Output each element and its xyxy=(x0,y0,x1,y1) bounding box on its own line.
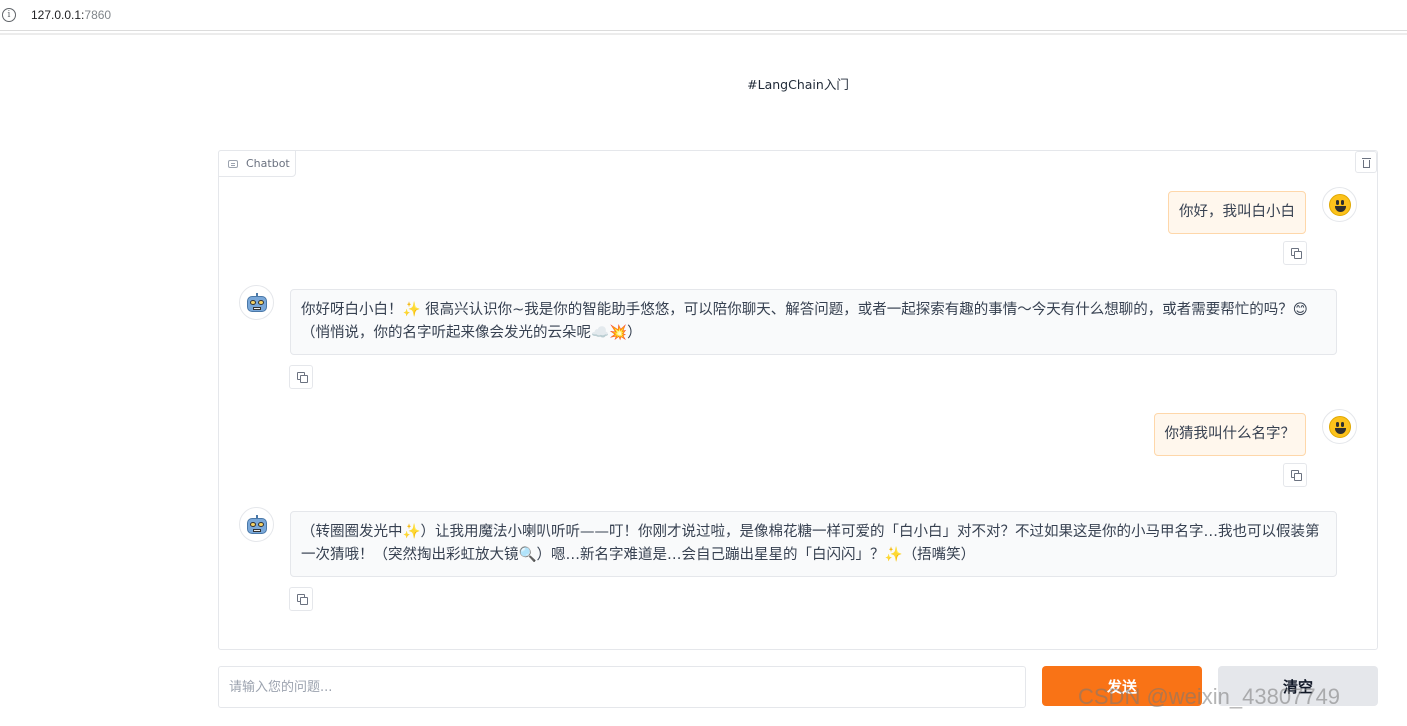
bot-avatar xyxy=(239,507,274,542)
user-avatar xyxy=(1322,409,1357,444)
trash-icon-body xyxy=(1363,160,1370,168)
url-text[interactable]: 127.0.0.1:7860 xyxy=(31,7,111,23)
user-message: 你好，我叫白小白 xyxy=(1168,191,1306,234)
bot-avatar xyxy=(239,285,274,320)
user-avatar xyxy=(1322,187,1357,222)
robot-icon xyxy=(246,292,268,313)
divider xyxy=(0,33,1407,35)
copy-button[interactable] xyxy=(1283,241,1307,265)
chat-icon xyxy=(228,159,238,168)
copy-button[interactable] xyxy=(289,587,313,611)
copy-button[interactable] xyxy=(1283,463,1307,487)
info-icon[interactable]: i xyxy=(2,8,16,22)
url-host: 127.0.0.1: xyxy=(31,8,85,22)
bot-message: （转圈圈发光中✨）让我用魔法小喇叭听听——叮！你刚才说过啦，是像棉花糖一样可爱的… xyxy=(290,511,1337,577)
watermark: CSDN @weixin_43807749 xyxy=(1078,684,1341,709)
copy-button[interactable] xyxy=(289,365,313,389)
page-title: #LangChain入门 xyxy=(747,77,849,92)
url-port: 7860 xyxy=(84,8,112,22)
chatbot-label: Chatbot xyxy=(218,150,296,177)
smiley-icon xyxy=(1328,415,1351,438)
smiley-icon xyxy=(1328,193,1351,216)
user-message: 你猜我叫什么名字？ xyxy=(1153,413,1306,456)
trash-icon xyxy=(1362,158,1371,159)
chatbot-panel: Chatbot 你好，我叫白小白 你好呀白小白！✨ 很高兴认识你~我是你的智能助… xyxy=(218,150,1378,650)
browser-address-bar: i 127.0.0.1:7860 xyxy=(0,0,1407,31)
question-input[interactable] xyxy=(218,666,1026,708)
clear-chat-button[interactable] xyxy=(1355,151,1377,173)
robot-icon xyxy=(246,514,268,535)
bot-message: 你好呀白小白！✨ 很高兴认识你~我是你的智能助手悠悠，可以陪你聊天、解答问题，或… xyxy=(290,289,1337,355)
chatbot-label-text: Chatbot xyxy=(246,157,290,170)
